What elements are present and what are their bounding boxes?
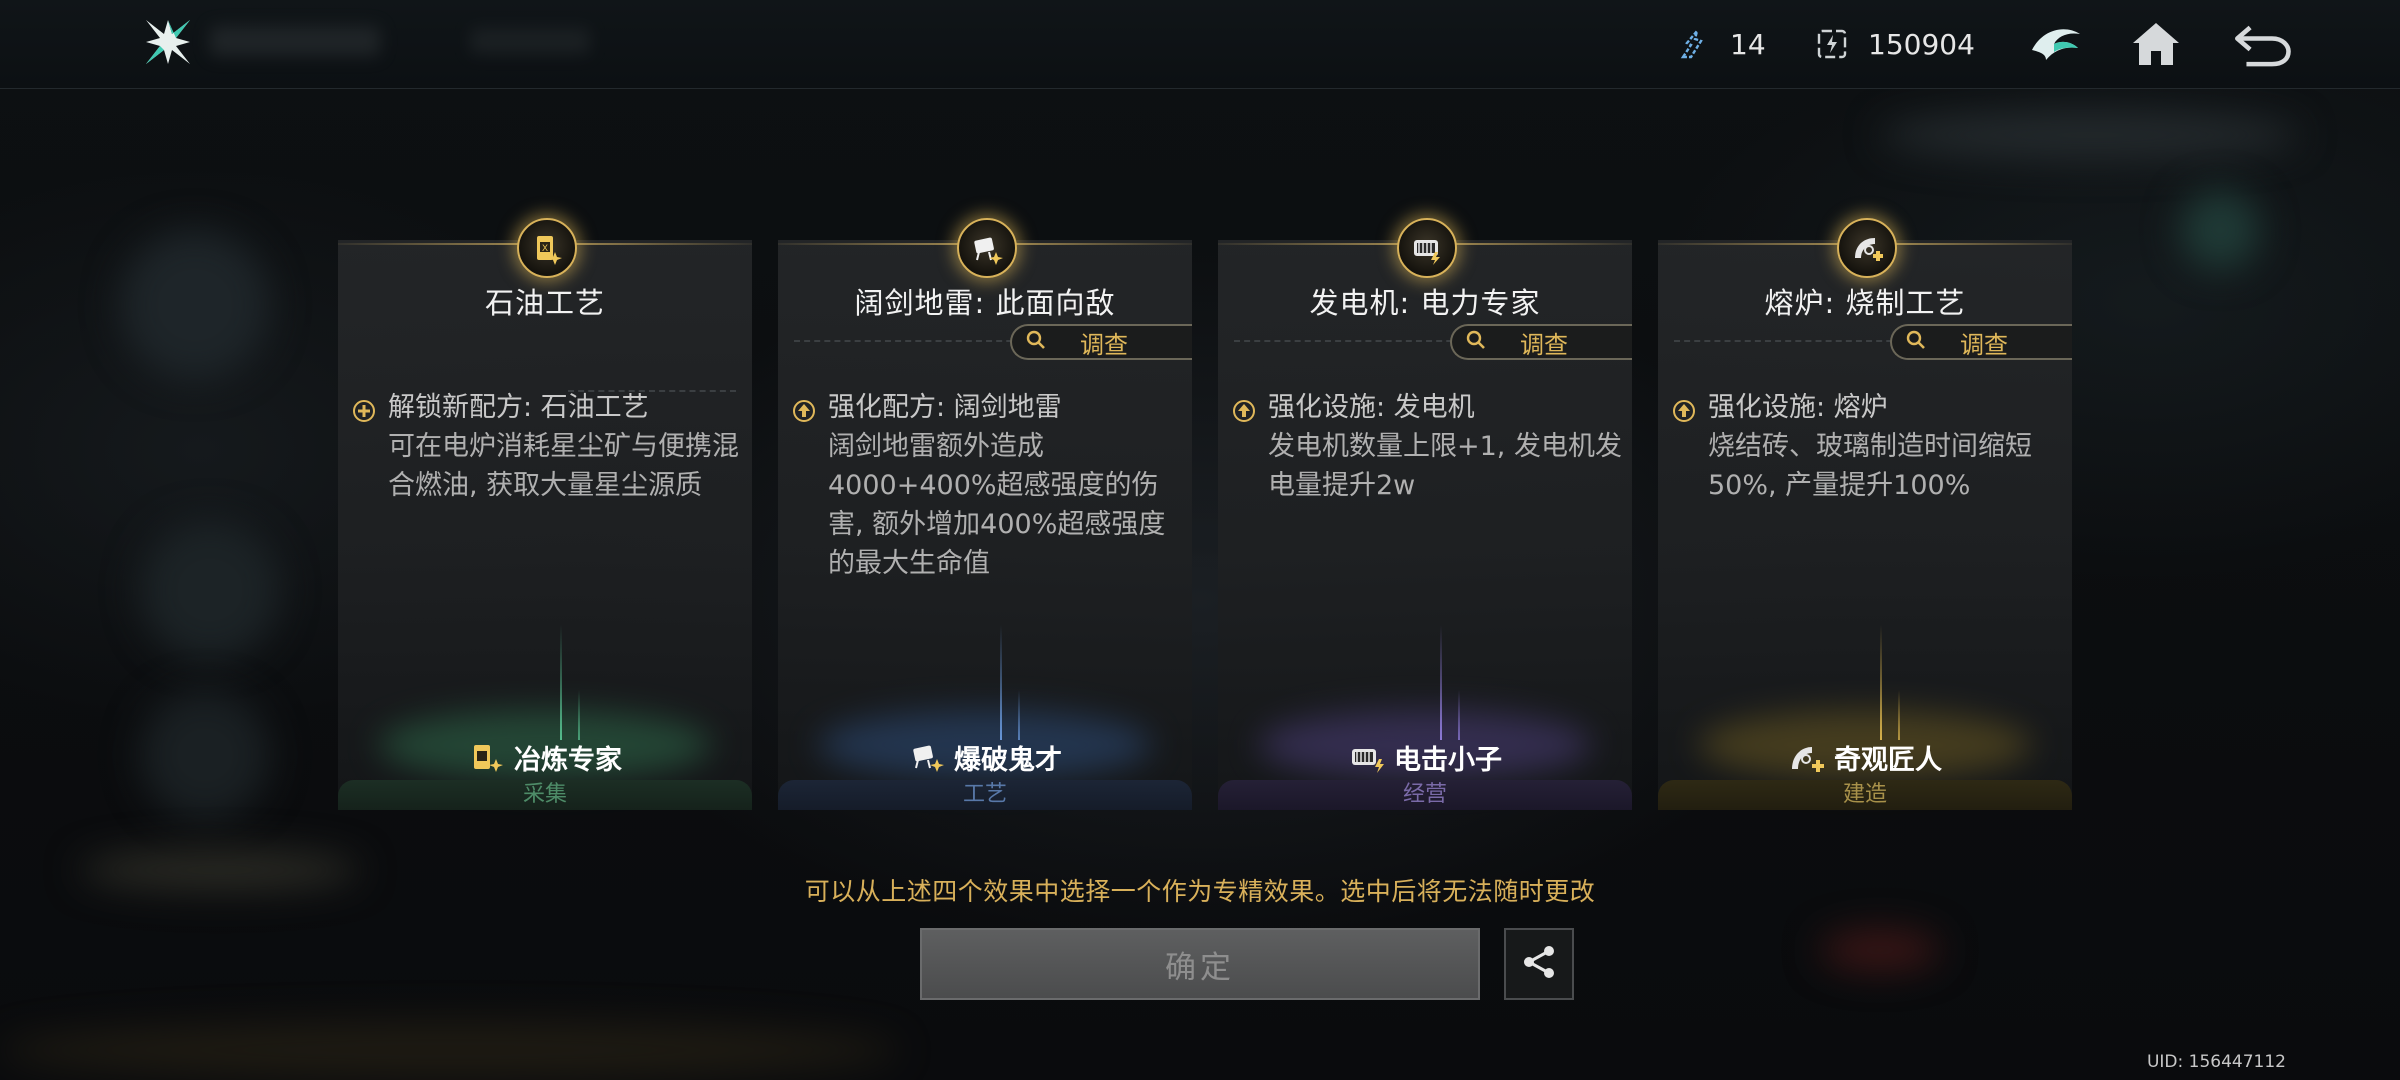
back-icon[interactable] xyxy=(2230,12,2294,76)
card-light-beam xyxy=(1440,625,1442,740)
background-blur xyxy=(120,230,270,380)
card-effect: 强化配方: 阔剑地雷 阔剑地雷额外造成4000+400%超感强度的伤害, 额外增… xyxy=(792,388,1182,583)
effect-title: 强化配方: 阔剑地雷 xyxy=(828,392,1062,423)
search-icon xyxy=(1026,328,1046,356)
perk-card-furnace[interactable]: 熔炉: 烧制工艺 调查 强化设施: 熔炉 烧结砖、玻璃制造时间缩短50%, 产量… xyxy=(1658,218,2072,810)
inspect-label: 调查 xyxy=(1520,330,1568,359)
background-blur xyxy=(2180,190,2260,270)
card-light-beam xyxy=(578,690,580,740)
leader-icon[interactable] xyxy=(2024,12,2088,76)
inspect-button[interactable]: 调查 xyxy=(1890,324,2072,360)
category-bar: 建造 xyxy=(1658,780,2072,810)
inspect-button[interactable]: 调查 xyxy=(1010,324,1192,360)
share-button[interactable] xyxy=(1504,928,1574,1000)
background-blur xyxy=(0,1020,900,1080)
effect-title: 解锁新配方: 石油工艺 xyxy=(388,392,649,423)
energy-count: 150904 xyxy=(1868,27,1975,61)
share-icon xyxy=(1519,942,1559,986)
background-blur xyxy=(140,520,280,660)
card-title: 石油工艺 xyxy=(484,286,605,320)
category-bar: 经营 xyxy=(1218,780,1632,810)
inspect-button[interactable]: 调查 xyxy=(1450,324,1632,360)
energy-icon xyxy=(1814,26,1850,62)
specialist-label: 奇观匠人 xyxy=(1658,738,2072,777)
specialist-name: 冶炼专家 xyxy=(514,745,622,776)
artisan-icon xyxy=(1788,741,1828,775)
generator-icon xyxy=(1348,741,1388,775)
top-bar: 14 150904 xyxy=(0,0,2400,89)
effect-description: 烧结砖、玻璃制造时间缩短50%, 产量提升100% xyxy=(1708,431,2032,501)
specialist-label: 电击小子 xyxy=(1218,738,1632,777)
confirm-button[interactable]: 确定 xyxy=(920,928,1480,1000)
furnace-medal-icon xyxy=(1837,218,1897,278)
specialist-name: 爆破鬼才 xyxy=(954,745,1062,776)
subtitle-blur xyxy=(470,28,590,54)
claymore-medal-icon xyxy=(957,218,1017,278)
app-logo-icon[interactable] xyxy=(140,14,196,70)
search-icon xyxy=(1466,328,1486,356)
generator-medal-icon xyxy=(1397,218,1457,278)
effect-description: 阔剑地雷额外造成4000+400%超感强度的伤害, 额外增加400%超感强度的最… xyxy=(828,431,1166,579)
crystal-icon xyxy=(1676,26,1712,62)
card-light-beam xyxy=(1000,625,1002,740)
card-light-beam xyxy=(1880,625,1882,740)
selection-hint: 可以从上述四个效果中选择一个作为专精效果。选中后将无法随时更改 xyxy=(804,877,1596,906)
effect-title: 强化设施: 发电机 xyxy=(1268,392,1475,423)
card-title: 发电机: 电力专家 xyxy=(1309,286,1541,320)
crystal-resource: 14 xyxy=(1676,22,1766,66)
card-effect: 解锁新配方: 石油工艺 可在电炉消耗星尘矿与便携混合燃油, 获取大量星尘源质 xyxy=(352,388,742,505)
effect-description: 可在电炉消耗星尘矿与便携混合燃油, 获取大量星尘源质 xyxy=(388,431,739,501)
effect-title: 强化设施: 熔炉 xyxy=(1708,392,1888,423)
perk-selection-screen: 14 150904 X 石油工艺 解锁新配方: 石油工艺 可在电炉消耗星尘矿与便… xyxy=(0,0,2400,1080)
category-bar: 工艺 xyxy=(778,780,1192,810)
upgrade-arrow-icon xyxy=(1232,395,1256,422)
effect-description: 发电机数量上限+1, 发电机发电量提升2w xyxy=(1268,431,1622,501)
plus-circle-icon xyxy=(352,395,376,422)
search-icon xyxy=(1906,328,1926,356)
card-light-beam xyxy=(560,625,562,740)
card-light-beam xyxy=(1898,690,1900,740)
uid-label: UID: 156447112 xyxy=(2146,1052,2286,1072)
confirm-label: 确定 xyxy=(1165,949,1235,986)
upgrade-arrow-icon xyxy=(792,395,816,422)
upgrade-arrow-icon xyxy=(1672,395,1696,422)
demolition-icon xyxy=(908,741,948,775)
background-blur xyxy=(140,690,270,820)
card-effect: 强化设施: 熔炉 烧结砖、玻璃制造时间缩短50%, 产量提升100% xyxy=(1672,388,2062,505)
specialist-label: 冶炼专家 xyxy=(338,738,752,777)
oil-craft-medal-icon: X xyxy=(517,218,577,278)
background-blur xyxy=(1880,110,2300,160)
card-title: 熔炉: 烧制工艺 xyxy=(1764,286,1966,320)
card-light-beam xyxy=(1458,690,1460,740)
specialist-name: 奇观匠人 xyxy=(1834,745,1942,776)
specialist-label: 爆破鬼才 xyxy=(778,738,1192,777)
crystal-count: 14 xyxy=(1730,27,1766,61)
inspect-label: 调查 xyxy=(1080,330,1128,359)
perk-card-oil-craft[interactable]: X 石油工艺 解锁新配方: 石油工艺 可在电炉消耗星尘矿与便携混合燃油, 获取大… xyxy=(338,218,752,810)
inspect-label: 调查 xyxy=(1960,330,2008,359)
svg-text:X: X xyxy=(542,243,548,253)
title-blur xyxy=(210,26,380,56)
perk-card-claymore[interactable]: 阔剑地雷: 此面向敌 调查 强化配方: 阔剑地雷 阔剑地雷额外造成4000+40… xyxy=(778,218,1192,810)
specialist-name: 电击小子 xyxy=(1394,745,1502,776)
home-icon[interactable] xyxy=(2124,12,2188,76)
card-title: 阔剑地雷: 此面向敌 xyxy=(854,286,1116,320)
card-light-beam xyxy=(1018,690,1020,740)
perk-card-generator[interactable]: 发电机: 电力专家 调查 强化设施: 发电机 发电机数量上限+1, 发电机发电量… xyxy=(1218,218,1632,810)
category-bar: 采集 xyxy=(338,780,752,810)
smelter-icon xyxy=(468,741,508,775)
energy-resource: 150904 xyxy=(1814,22,1975,66)
card-effect: 强化设施: 发电机 发电机数量上限+1, 发电机发电量提升2w xyxy=(1232,388,1622,505)
background-blur xyxy=(1820,930,1940,970)
